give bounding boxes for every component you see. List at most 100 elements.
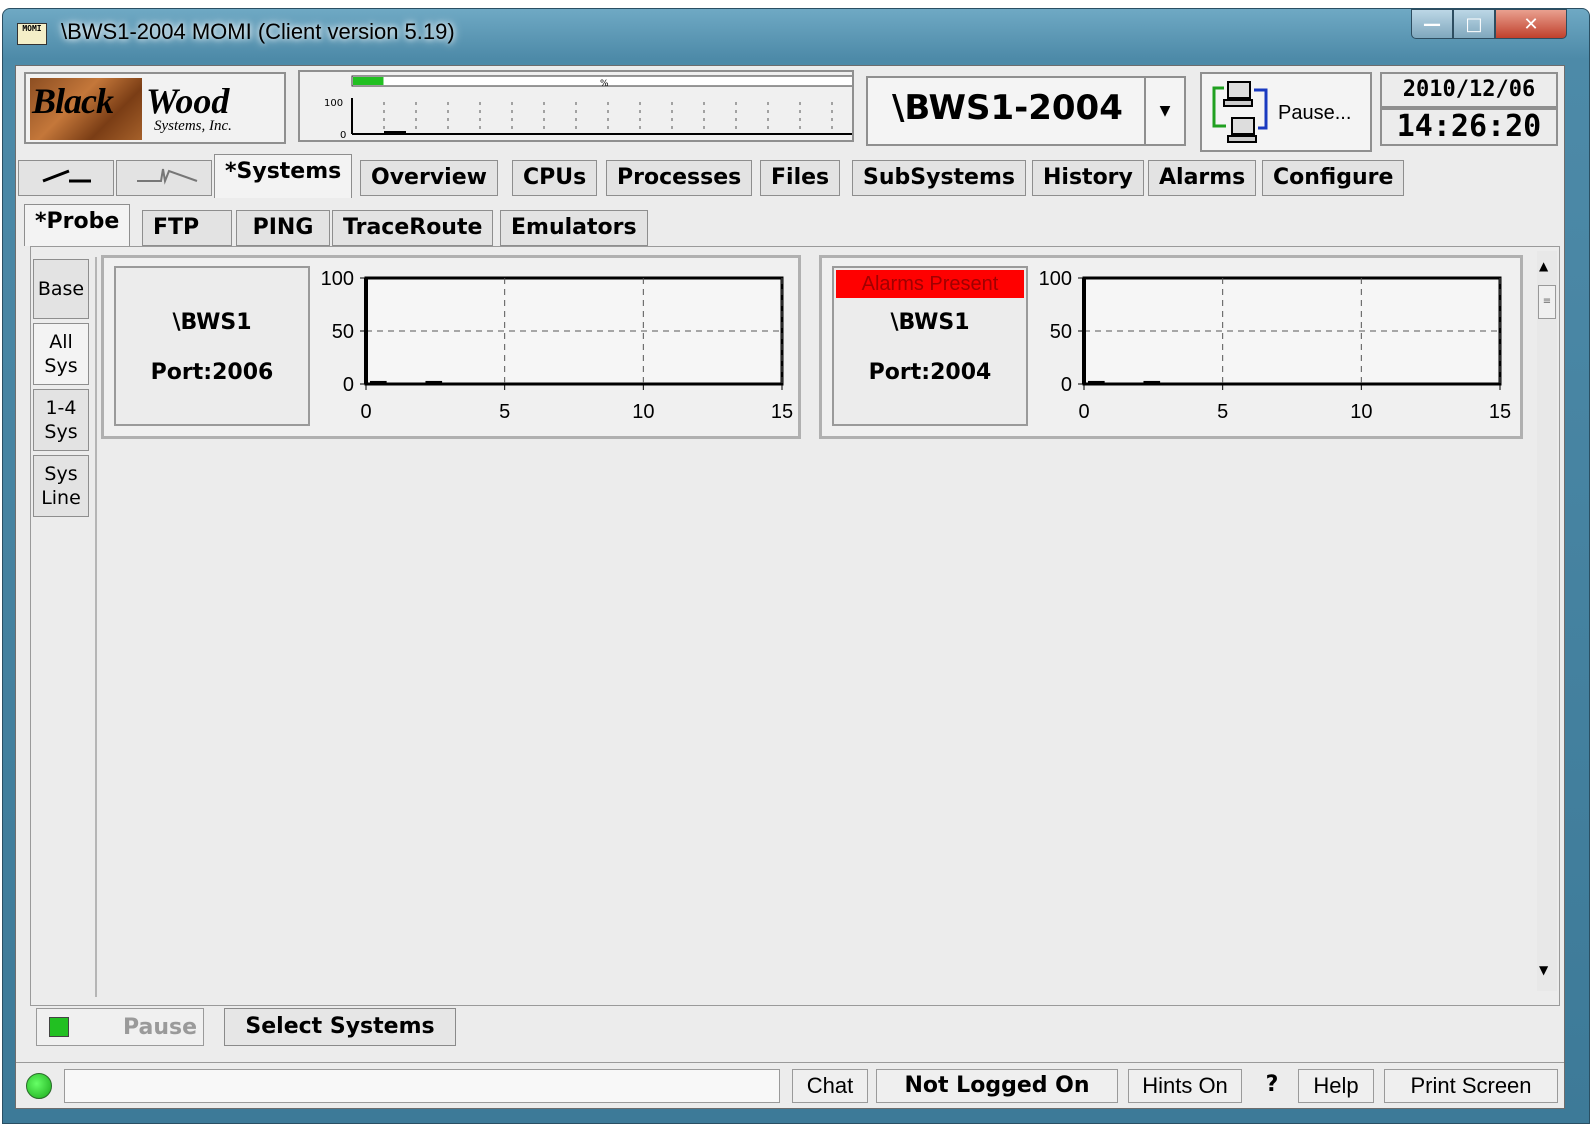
subtab-probe[interactable]: *Probe — [24, 204, 131, 246]
node-selector-value: \BWS1-2004 — [892, 88, 1123, 128]
clock-date: 2010/12/06 — [1380, 72, 1558, 108]
mini-graph-svg: % 100 0 — [324, 75, 863, 141]
window-controls: — □ ✕ — [1411, 9, 1567, 45]
system-button-1[interactable]: \BWS1 Port:2006 — [114, 266, 310, 426]
x-tick-label: 5 — [1217, 401, 1228, 423]
tab-history[interactable]: History — [1032, 160, 1144, 196]
main-tab-bar: *Systems Overview CPUs Processes Files S… — [18, 154, 1558, 198]
system-port: Port:2004 — [868, 360, 992, 385]
sidetab-base[interactable]: Base — [33, 259, 89, 319]
pause-connection-label: Pause... — [1278, 102, 1352, 124]
logo-subtitle: Systems, Inc. — [154, 118, 232, 134]
y-tick-label: 50 — [332, 321, 354, 343]
system-button-2[interactable]: Alarms Present \BWS1 Port:2004 — [832, 266, 1028, 426]
subtab-ftp[interactable]: FTP — [142, 210, 232, 246]
x-tick-label: 10 — [1350, 401, 1372, 423]
connection-status-icon — [26, 1073, 52, 1099]
pause-connection-button[interactable]: Pause... — [1200, 72, 1372, 152]
logo-word-wood: Wood — [146, 81, 230, 121]
subtab-traceroute[interactable]: TraceRoute — [332, 210, 494, 246]
x-tick-label: 15 — [771, 401, 793, 423]
x-tick-label: 0 — [360, 401, 371, 423]
help-button[interactable]: Help — [1298, 1069, 1374, 1103]
side-divider — [95, 257, 97, 997]
mini-y-min: 0 — [340, 130, 346, 140]
tab-processes[interactable]: Processes — [606, 160, 753, 196]
close-button[interactable]: ✕ — [1495, 9, 1567, 39]
tab-subsystems[interactable]: SubSystems — [852, 160, 1026, 196]
data-bar — [1088, 380, 1105, 384]
select-systems-button[interactable]: Select Systems — [224, 1008, 456, 1046]
system-name: \BWS1 — [890, 310, 970, 335]
pause-label: Pause — [123, 1015, 198, 1040]
mini-y-max: 100 — [324, 98, 343, 109]
collapse-toggle-button[interactable] — [18, 160, 114, 196]
subtab-emulators[interactable]: Emulators — [500, 210, 648, 246]
response-chart-2: 0 5 10 15 0 50 100 — [1039, 268, 1512, 423]
tab-alarms[interactable]: Alarms — [1148, 160, 1257, 196]
data-bar — [425, 380, 443, 384]
x-tick-label: 5 — [499, 401, 510, 423]
data-bar — [1143, 380, 1161, 384]
system-port: Port:2006 — [150, 360, 274, 385]
pause-button[interactable]: Pause — [36, 1008, 204, 1046]
tab-cpus[interactable]: CPUs — [512, 160, 598, 196]
tab-systems[interactable]: *Systems — [214, 154, 353, 198]
client-area: Black Wood Systems, Inc. % 100 0 \BWS1-2… — [15, 65, 1565, 1109]
question-button[interactable]: ? — [1250, 1069, 1294, 1103]
sidetab-1-4-sys[interactable]: 1-4 Sys — [33, 389, 89, 451]
mini-data-bar — [384, 131, 406, 134]
switch-open-icon — [42, 169, 91, 183]
sub-tab-bar: *Probe FTP PING TraceRoute Emulators — [24, 204, 1544, 246]
status-led-icon — [49, 1017, 69, 1037]
alarm-badge: Alarms Present — [836, 270, 1024, 298]
print-screen-button[interactable]: Print Screen — [1384, 1069, 1558, 1103]
response-chart-1: 0 5 10 15 0 50 100 — [321, 268, 794, 423]
scroll-down-icon[interactable]: ▼ — [1539, 963, 1548, 977]
tab-configure[interactable]: Configure — [1262, 160, 1405, 196]
y-tick-label: 100 — [1039, 268, 1072, 290]
y-tick-label: 0 — [343, 374, 354, 396]
clock-time: 14:26:20 — [1380, 108, 1558, 146]
login-button[interactable]: Not Logged On — [876, 1069, 1118, 1103]
action-bar: Pause Select Systems — [30, 1008, 1560, 1048]
tab-overview[interactable]: Overview — [360, 160, 498, 196]
network-computers-icon — [1212, 81, 1268, 143]
chevron-down-icon[interactable]: ▼ — [1144, 78, 1184, 144]
x-tick-label: 0 — [1078, 401, 1089, 423]
minimize-button[interactable]: — — [1411, 9, 1453, 39]
y-tick-label: 0 — [1061, 374, 1072, 396]
maximize-button[interactable]: □ — [1453, 9, 1495, 39]
system-panel-2: Alarms Present \BWS1 Port:2004 0 5 10 15 0 50… — [819, 255, 1523, 439]
y-tick-label: 100 — [321, 268, 354, 290]
y-tick-label: 50 — [1050, 321, 1072, 343]
tab-files[interactable]: Files — [760, 160, 841, 196]
x-tick-label: 15 — [1489, 401, 1511, 423]
mini-grid-ticks — [383, 102, 833, 134]
node-selector[interactable]: \BWS1-2004 ▼ — [866, 76, 1186, 146]
app-window: MOMI \BWS1-2004 MOMI (Client version 5.1… — [2, 8, 1590, 1124]
company-logo: Black Wood Systems, Inc. — [24, 72, 286, 144]
window-title: \BWS1-2004 MOMI (Client version 5.19) — [61, 19, 455, 44]
scroll-up-icon[interactable]: ▲ — [1539, 259, 1548, 273]
app-icon[interactable]: MOMI — [17, 23, 47, 45]
status-message — [64, 1069, 780, 1103]
title-bar[interactable]: MOMI \BWS1-2004 MOMI (Client version 5.1… — [3, 9, 1589, 59]
sidetab-sys-line[interactable]: Sys Line — [33, 455, 89, 517]
subtab-ping[interactable]: PING — [236, 210, 330, 246]
sidetab-all-sys[interactable]: All Sys — [33, 323, 89, 385]
chat-button[interactable]: Chat — [792, 1069, 868, 1103]
graph-toggle-button[interactable] — [116, 160, 212, 196]
data-bar — [370, 380, 387, 384]
vertical-scrollbar[interactable]: ▲ ≡ ▼ — [1537, 251, 1557, 991]
mini-progress-fill — [353, 77, 384, 85]
cpu-mini-graph: % 100 0 — [298, 70, 863, 142]
system-name: \BWS1 — [172, 310, 252, 335]
status-bar: Chat Not Logged On Hints On ? Help Print… — [16, 1062, 1564, 1109]
x-tick-label: 10 — [632, 401, 654, 423]
probe-content: Base All Sys 1-4 Sys Sys Line \BWS1 Port:20… — [30, 246, 1560, 1006]
mini-percent-label: % — [600, 79, 609, 89]
hints-button[interactable]: Hints On — [1128, 1069, 1242, 1103]
logo-word-black: Black — [32, 81, 114, 121]
scroll-thumb[interactable]: ≡ — [1538, 285, 1556, 319]
